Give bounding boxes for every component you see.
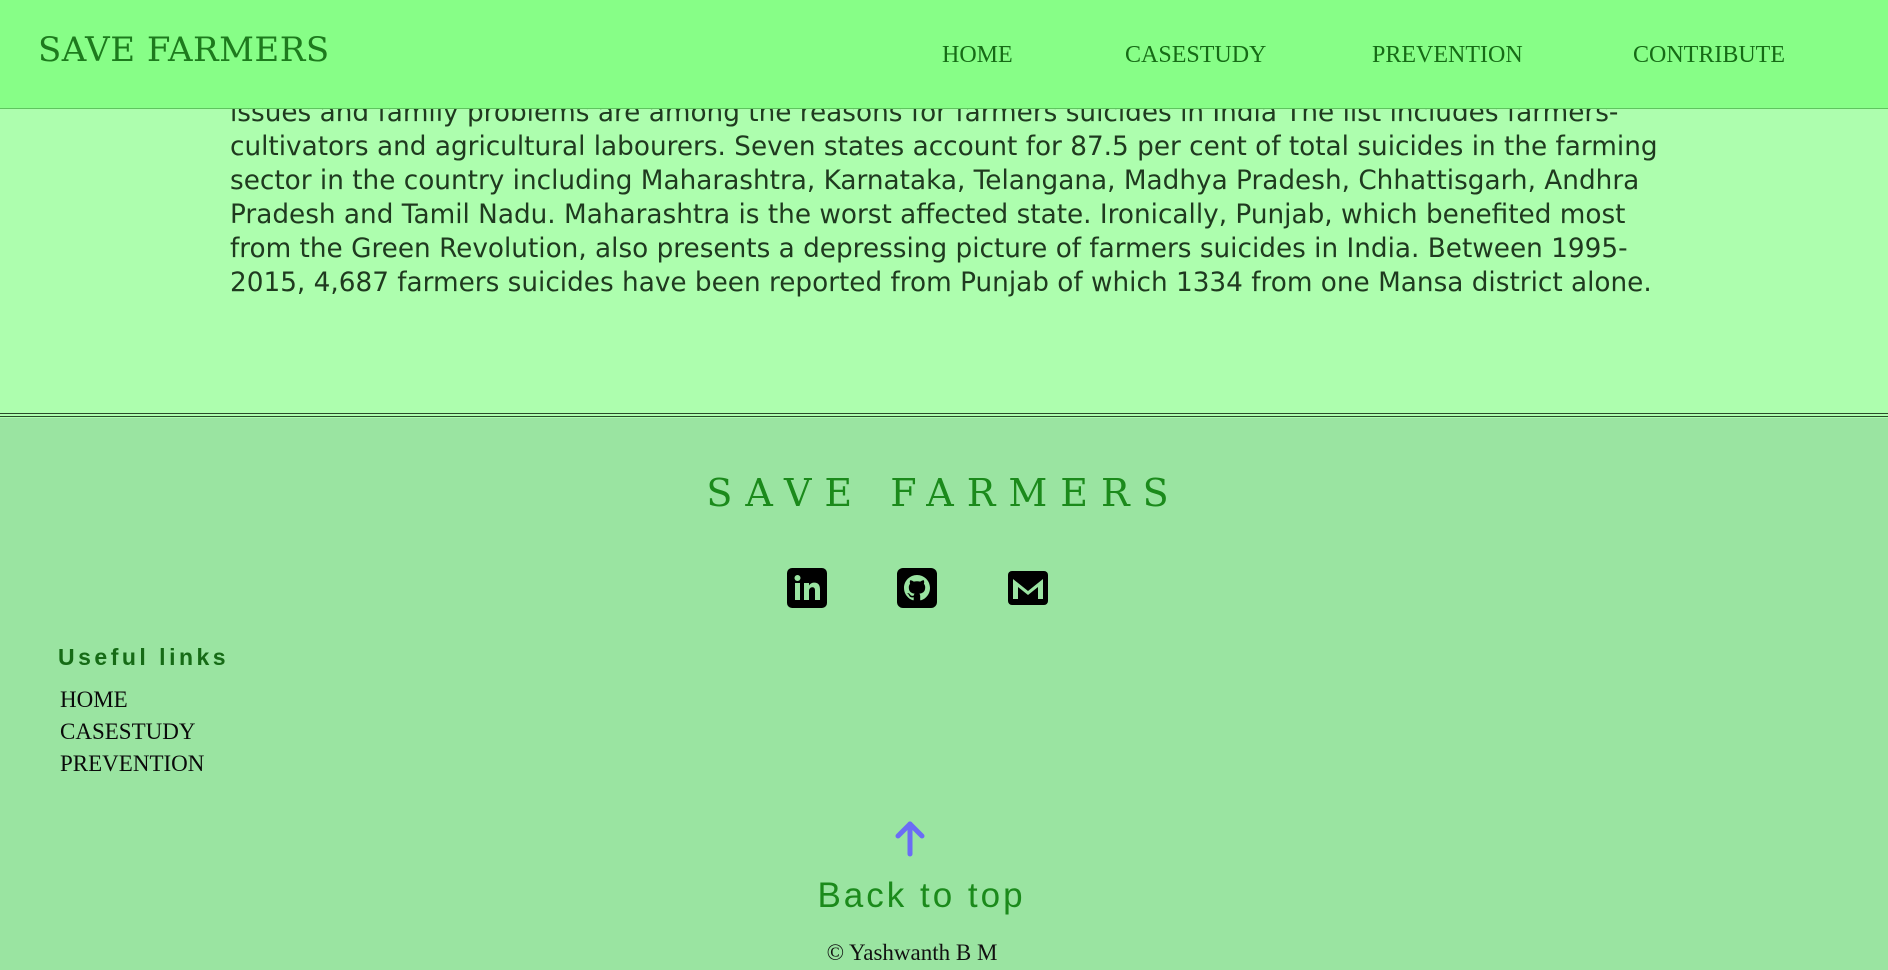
footer-casestudy-link[interactable]: CASESTUDY [60,719,195,744]
arrow-up-icon[interactable] [890,818,930,858]
article-paragraph: issues and family problems are among the… [230,96,1658,300]
nav-casestudy-link[interactable]: CASESTUDY [1125,40,1266,70]
list-item: PREVENTION [60,748,204,780]
back-to-top-link[interactable]: Back to top [0,878,1843,913]
article-line: from the Green Revolution, also presents… [230,234,1628,264]
useful-links-title: Useful links [58,644,230,670]
footer-home-link[interactable]: HOME [60,687,128,712]
nav-contribute-link[interactable]: CONTRIBUTE [1633,40,1785,70]
main-nav: HOME CASESTUDY PREVENTION CONTRIBUTE [0,40,1888,70]
article-line: 2015, 4,687 farmers suicides have been r… [230,268,1652,298]
useful-links-list: HOME CASESTUDY PREVENTION [60,684,204,780]
article-line: Pradesh and Tamil Nadu. Maharashtra is t… [230,200,1626,230]
nav-prevention-link[interactable]: PREVENTION [1372,40,1523,70]
article-line: cultivators and agricultural labourers. … [230,132,1658,162]
copyright-text: © Yashwanth B M [826,940,998,965]
footer-brand: SAVE FARMERS [706,471,1182,515]
list-item: HOME [60,684,204,716]
site-footer: SAVE FARMERS Useful links HOME CASESTUDY… [0,418,1888,970]
linkedin-icon[interactable] [787,568,827,608]
list-item: CASESTUDY [60,716,204,748]
mail-icon[interactable] [1008,568,1048,608]
github-icon[interactable] [897,568,937,608]
article-line: sector in the country including Maharash… [230,166,1640,196]
footer-prevention-link[interactable]: PREVENTION [60,751,204,776]
section-divider [0,413,1888,417]
nav-home-link[interactable]: HOME [942,40,1013,70]
site-header: SAVE FARMERS HOME CASESTUDY PREVENTION C… [0,0,1888,109]
